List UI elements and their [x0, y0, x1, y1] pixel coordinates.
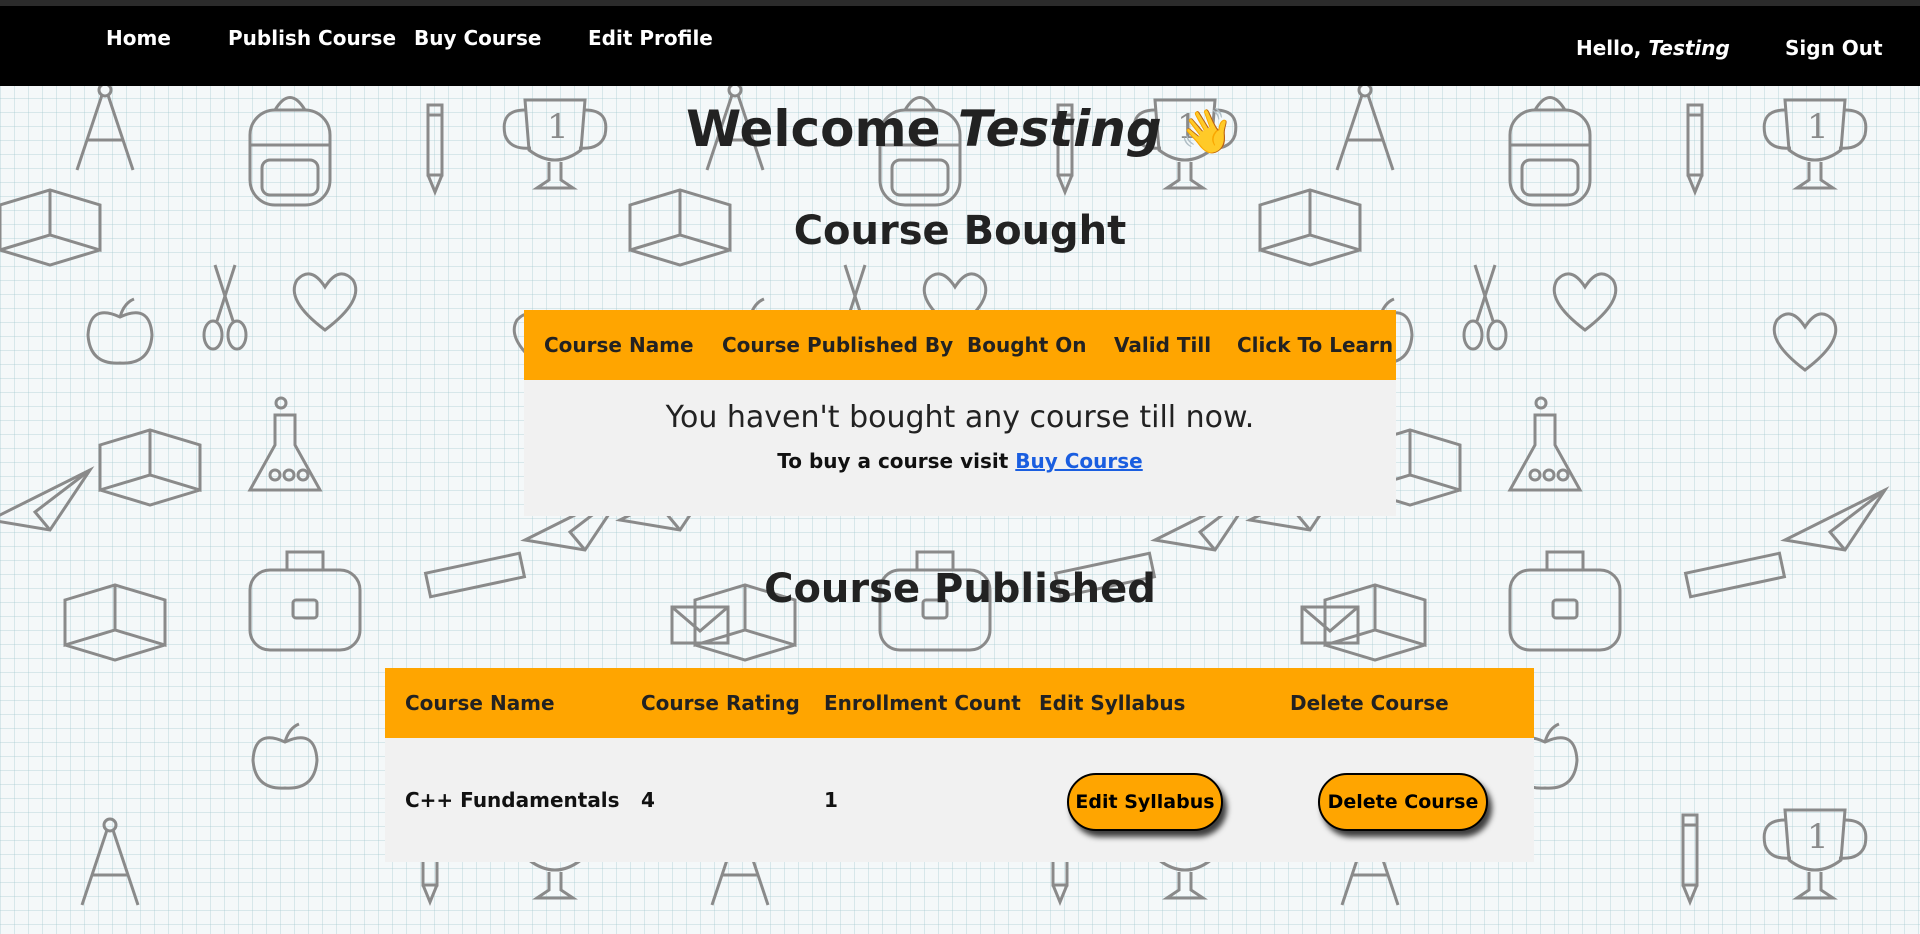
welcome-name: Testing [957, 100, 1162, 158]
course-published-table-header: Course Name Course Rating Enrollment Cou… [385, 668, 1534, 738]
welcome-heading: Welcome Testing 👋 [0, 100, 1920, 158]
nav-edit-profile-link[interactable]: Edit Profile [588, 26, 713, 50]
published-col-course-name: Course Name [405, 691, 555, 715]
published-col-delete-course: Delete Course [1290, 691, 1449, 715]
edit-syllabus-button[interactable]: Edit Syllabus [1067, 773, 1223, 831]
course-published-title: Course Published [764, 566, 1156, 612]
nav-buy-course-link[interactable]: Buy Course [414, 26, 541, 50]
row-course-name: C++ Fundamentals [405, 788, 620, 812]
row-enrollment-count: 1 [824, 788, 838, 812]
bought-col-course-name: Course Name [544, 333, 694, 357]
delete-course-button[interactable]: Delete Course [1318, 773, 1488, 831]
course-bought-table: Course Name Course Published By Bought O… [524, 310, 1396, 516]
row-course-rating: 4 [641, 788, 655, 812]
bought-col-published-by: Course Published By [722, 333, 954, 357]
course-published-table: Course Name Course Rating Enrollment Cou… [385, 668, 1534, 862]
published-col-edit-syllabus: Edit Syllabus [1039, 691, 1186, 715]
published-col-enrollment-count: Enrollment Count [824, 691, 1021, 715]
buy-course-link[interactable]: Buy Course [1015, 449, 1142, 473]
no-courses-bought-message: You haven't bought any course till now. [665, 400, 1255, 435]
course-bought-title: Course Bought [793, 208, 1127, 254]
published-col-course-rating: Course Rating [641, 691, 800, 715]
waving-hand-icon: 👋 [1179, 106, 1234, 157]
buy-course-hint-text: To buy a course visit [777, 449, 1009, 473]
nav-publish-course-link[interactable]: Publish Course [228, 26, 396, 50]
sign-out-link[interactable]: Sign Out [1785, 36, 1883, 60]
top-navbar: Home Publish Course Buy Course Edit Prof… [0, 6, 1920, 86]
nav-home-link[interactable]: Home [106, 26, 171, 50]
greeting-prefix: Hello, [1576, 36, 1642, 60]
course-bought-table-header: Course Name Course Published By Bought O… [524, 310, 1396, 380]
welcome-prefix: Welcome [686, 100, 941, 158]
buy-course-hint: To buy a course visit Buy Course [524, 449, 1396, 473]
greeting-username: Testing [1648, 36, 1730, 60]
bought-col-click-to-learn: Click To Learn [1237, 333, 1394, 357]
bought-col-bought-on: Bought On [967, 333, 1087, 357]
user-greeting: Hello, Testing [1576, 36, 1730, 60]
bought-col-valid-till: Valid Till [1114, 333, 1212, 357]
